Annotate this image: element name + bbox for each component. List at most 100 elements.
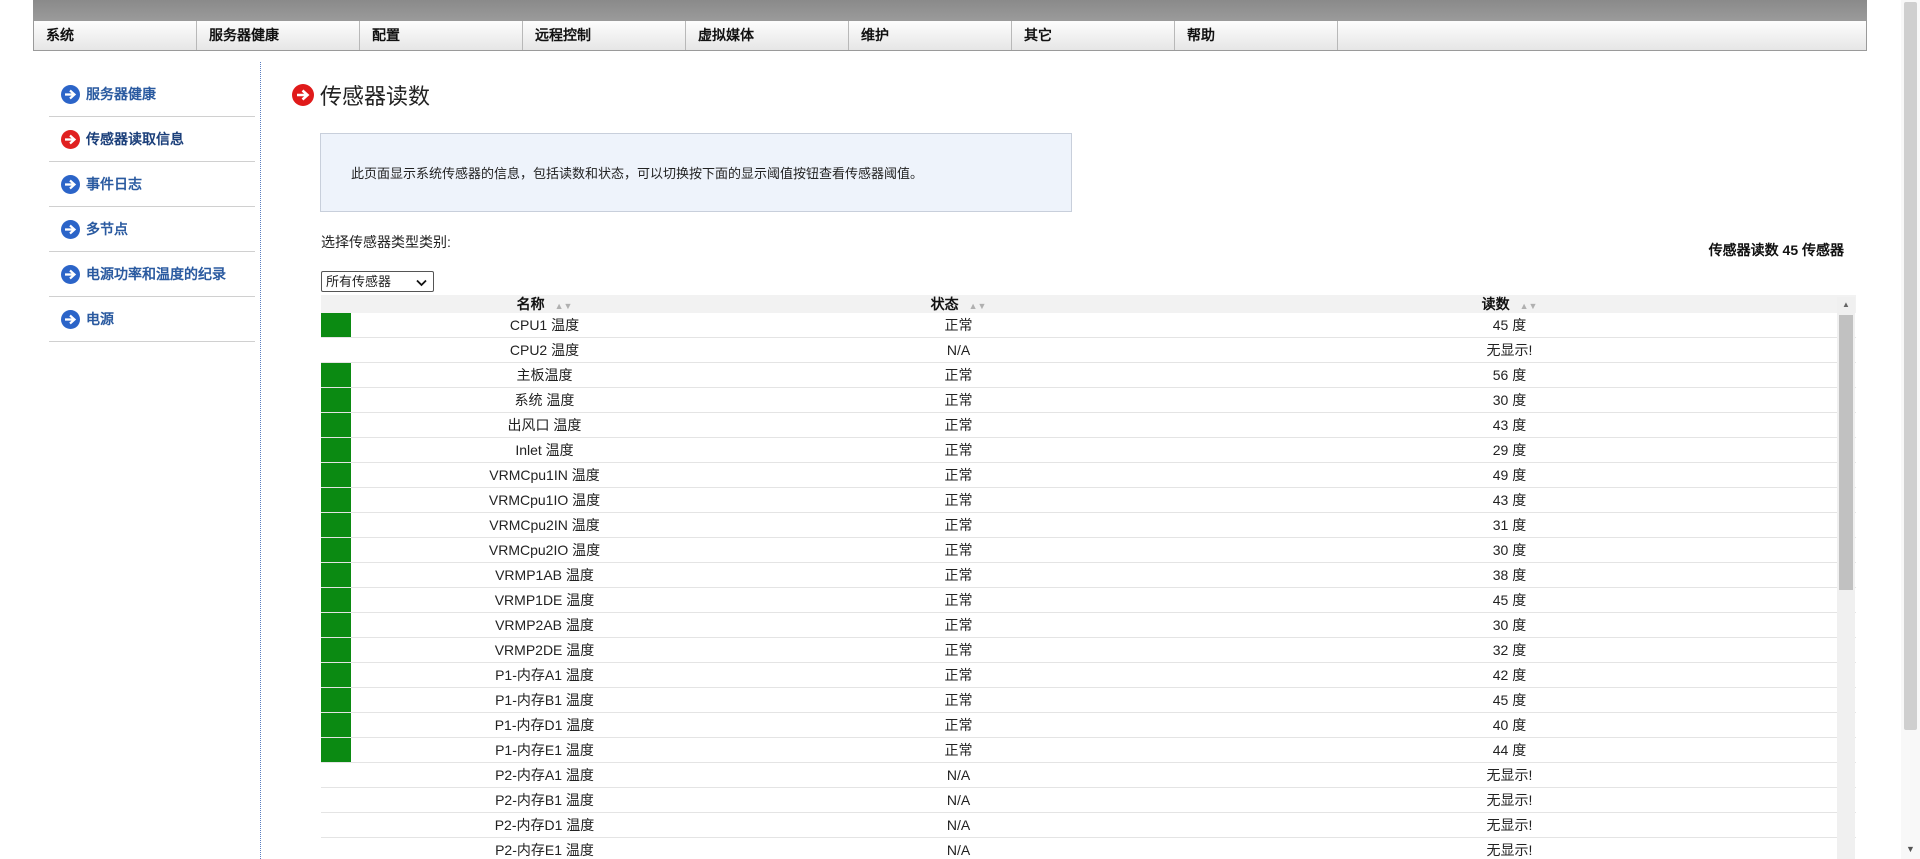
header-indicator (321, 295, 351, 313)
sensor-name-cell: Inlet 温度 (515, 442, 574, 458)
status-indicator (321, 763, 351, 787)
status-indicator (321, 438, 351, 462)
sensor-status-cell: 正常 (944, 567, 973, 583)
table-header: 名称 ▲▼ 状态 ▲▼ 读数 ▲▼ (321, 295, 1856, 313)
status-indicator (321, 788, 351, 812)
sensor-name-cell: VRMP2DE 温度 (494, 642, 595, 658)
table-row: 系统 温度 正常 30 度 (321, 388, 1856, 413)
table-row: VRMCpu1IO 温度 正常 43 度 (321, 488, 1856, 513)
sensor-reading-cell: 无显示! (1486, 817, 1533, 833)
sensor-reading-cell: 32 度 (1492, 642, 1527, 658)
sensor-count: 传感器读数 45 传感器 (1708, 242, 1844, 258)
sensor-status-cell: 正常 (944, 742, 973, 758)
sensor-status-cell: N/A (946, 817, 971, 833)
sidebar-divider (260, 62, 261, 859)
sidebar-item-power-temp-log[interactable]: 电源功率和温度的纪录 (49, 252, 255, 297)
sensor-name-cell: CPU1 温度 (509, 317, 580, 333)
table-row: P2-内存D1 温度 N/A 无显示! (321, 813, 1856, 838)
arrow-right-circle-icon (61, 264, 80, 284)
menu-help[interactable]: 帮助 (1175, 21, 1338, 50)
arrow-right-circle-icon (61, 129, 80, 149)
sort-arrows-icon: ▲▼ (968, 301, 987, 311)
table-row: CPU2 温度 N/A 无显示! (321, 338, 1856, 363)
sensor-reading-cell: 30 度 (1492, 617, 1527, 633)
sidebar-item-event-log[interactable]: 事件日志 (49, 162, 255, 207)
scroll-up-arrow-icon[interactable]: ▲ (1837, 297, 1855, 313)
sensor-reading-cell: 31 度 (1492, 517, 1527, 533)
table-row: P2-内存A1 温度 N/A 无显示! (321, 763, 1856, 788)
sensor-status-cell: 正常 (944, 467, 973, 483)
sensor-name-cell: VRMCpu1IO 温度 (488, 492, 601, 508)
header-status-label: 状态 (930, 296, 959, 312)
sidebar-item-sensor-readings[interactable]: 传感器读取信息 (49, 117, 255, 162)
status-indicator (321, 313, 351, 337)
header-name[interactable]: 名称 ▲▼ (351, 295, 738, 313)
table-row: Inlet 温度 正常 29 度 (321, 438, 1856, 463)
header-status[interactable]: 状态 ▲▼ (738, 295, 1179, 313)
page-heading: 传感器读数 (292, 79, 430, 111)
top-banner (33, 0, 1867, 20)
sensor-reading-cell: 49 度 (1492, 467, 1527, 483)
status-indicator (321, 538, 351, 562)
sensor-reading-cell: 无显示! (1486, 792, 1533, 808)
sidebar-item-label: 电源 (86, 311, 114, 327)
scroll-down-arrow-icon[interactable]: ▼ (1901, 840, 1920, 858)
sensor-name-cell: 系统 温度 (514, 392, 575, 408)
menu-configuration[interactable]: 配置 (360, 21, 523, 50)
status-indicator (321, 613, 351, 637)
sensor-reading-cell: 43 度 (1492, 492, 1527, 508)
sensor-reading-cell: 45 度 (1492, 592, 1527, 608)
sensor-name-cell: VRMP2AB 温度 (495, 617, 594, 633)
status-indicator (321, 563, 351, 587)
sensor-name-cell: 主板温度 (516, 367, 573, 383)
sidebar-item-server-health[interactable]: 服务器健康 (49, 72, 255, 117)
sidebar-item-power[interactable]: 电源 (49, 297, 255, 342)
sidebar-item-label: 传感器读取信息 (86, 131, 184, 147)
sensor-type-select[interactable]: 所有传感器 (321, 271, 434, 292)
status-indicator (321, 738, 351, 762)
sensor-name-cell: P2-内存A1 温度 (495, 767, 594, 783)
sidebar-item-multi-node[interactable]: 多节点 (49, 207, 255, 252)
sensor-name-cell: P2-内存D1 温度 (494, 817, 595, 833)
sensor-name-cell: VRMCpu1IN 温度 (489, 467, 600, 483)
sensor-reading-cell: 42 度 (1492, 667, 1527, 683)
status-indicator (321, 663, 351, 687)
sensor-reading-cell: 40 度 (1492, 717, 1527, 733)
table-row: 主板温度 正常 56 度 (321, 363, 1856, 388)
table-row: VRMP2DE 温度 正常 32 度 (321, 638, 1856, 663)
sensor-status-cell: 正常 (944, 442, 973, 458)
menu-system[interactable]: 系统 (34, 21, 197, 50)
sensor-status-cell: 正常 (944, 492, 973, 508)
menu-virtual-media[interactable]: 虚拟媒体 (686, 21, 849, 50)
sensor-status-cell: 正常 (944, 642, 973, 658)
menu-other[interactable]: 其它 (1012, 21, 1175, 50)
status-indicator (321, 813, 351, 837)
page-description: 此页面显示系统传感器的信息，包括读数和状态，可以切换按下面的显示阈值按钮查看传感… (320, 133, 1072, 212)
sensor-status-cell: 正常 (944, 717, 973, 733)
sensor-name-cell: VRMP1DE 温度 (494, 592, 595, 608)
table-scroll-thumb[interactable] (1839, 315, 1853, 590)
window-scroll-thumb[interactable] (1904, 2, 1917, 730)
sensor-reading-cell: 无显示! (1486, 842, 1533, 858)
menu-server-health[interactable]: 服务器健康 (197, 21, 360, 50)
main-menu-bar: 系统 服务器健康 配置 远程控制 虚拟媒体 维护 其它 帮助 (33, 20, 1867, 51)
table-row: P1-内存D1 温度 正常 40 度 (321, 713, 1856, 738)
sort-arrows-icon: ▲▼ (1519, 301, 1538, 311)
menu-maintenance[interactable]: 维护 (849, 21, 1012, 50)
sensor-status-cell: 正常 (944, 592, 973, 608)
page-title: 传感器读数 (320, 84, 431, 109)
menu-remote-control[interactable]: 远程控制 (523, 21, 686, 50)
table-row: P1-内存B1 温度 正常 45 度 (321, 688, 1856, 713)
header-reading[interactable]: 读数 ▲▼ (1179, 295, 1840, 313)
table-row: P2-内存E1 温度 N/A 无显示! (321, 838, 1856, 859)
sensor-name-cell: P1-内存E1 温度 (495, 742, 594, 758)
status-indicator (321, 363, 351, 387)
sensor-name-cell: P2-内存E1 温度 (495, 842, 594, 858)
status-indicator (321, 388, 351, 412)
sensor-status-cell: 正常 (944, 542, 973, 558)
sensor-type-label: 选择传感器类型类别: (321, 234, 451, 250)
sensor-reading-cell: 56 度 (1492, 367, 1527, 383)
sensor-type-select-value: 所有传感器 (326, 274, 392, 289)
header-reading-label: 读数 (1481, 296, 1510, 312)
sensor-reading-cell: 30 度 (1492, 542, 1527, 558)
